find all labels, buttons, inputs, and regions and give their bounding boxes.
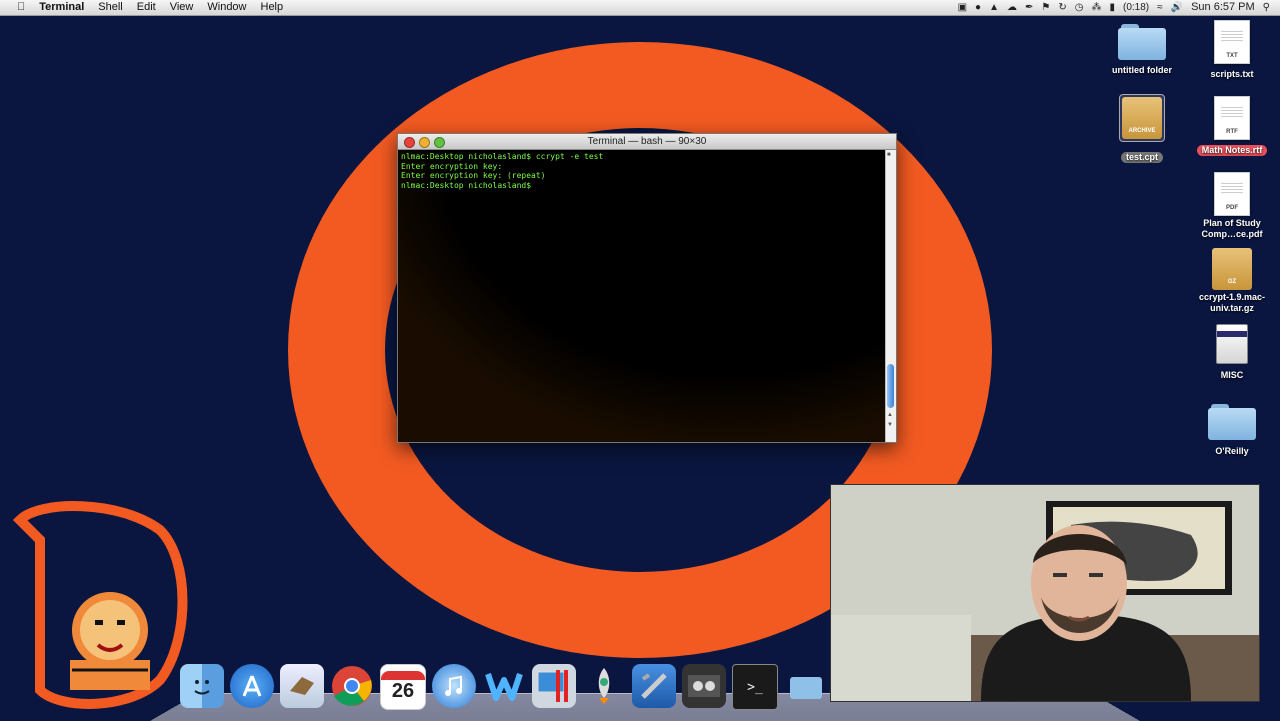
menu-help[interactable]: Help xyxy=(254,0,291,15)
terminal-window[interactable]: Terminal — bash — 90×30 nlmac:Desktop ni… xyxy=(397,133,897,443)
apple-icon[interactable]:  xyxy=(10,0,32,15)
photo-booth-icon[interactable] xyxy=(682,664,726,708)
zoom-button[interactable] xyxy=(434,137,445,148)
time-machine-icon[interactable]: ◷ xyxy=(1075,0,1084,15)
wifi-icon[interactable]: ≈ xyxy=(1157,0,1163,15)
xcode-icon[interactable] xyxy=(632,664,676,708)
terminal-line: Enter encryption key: (repeat) xyxy=(401,171,546,181)
drive-icon xyxy=(1216,324,1248,364)
desktop-icon-test-cpt[interactable]: ARCHIVE test.cpt xyxy=(1097,94,1187,165)
webcam-overlay xyxy=(830,484,1260,702)
icon-label: test.cpt xyxy=(1120,152,1163,163)
calendar-icon[interactable]: 26 xyxy=(380,664,426,710)
scroll-down-icon[interactable]: ▼ xyxy=(887,422,893,428)
icon-label: O'Reilly xyxy=(1215,446,1249,456)
menu-app-name[interactable]: Terminal xyxy=(32,0,91,15)
spotlight-search-icon[interactable]: ⚲ xyxy=(1263,0,1270,15)
scroll-up-icon[interactable]: ▲ xyxy=(887,412,893,418)
icon-label: Math Notes.rtf xyxy=(1196,145,1268,156)
itunes-icon[interactable] xyxy=(432,664,476,708)
menu-view[interactable]: View xyxy=(163,0,201,15)
sync-icon[interactable]: ↻ xyxy=(1058,0,1066,15)
screen-record-icon[interactable]: ▣ xyxy=(958,0,967,15)
app-store-icon[interactable] xyxy=(230,664,274,708)
terminal-icon[interactable]: >_ xyxy=(732,664,778,710)
gz-archive-icon: GZ xyxy=(1212,248,1252,290)
desktop-icon-ccrypt-tar[interactable]: GZ ccrypt-1.9.mac-univ.tar.gz xyxy=(1187,248,1277,316)
battery-icon[interactable]: ▮ xyxy=(1109,0,1115,15)
terminal-title: Terminal — bash — 90×30 xyxy=(587,136,707,147)
archive-icon: ARCHIVE xyxy=(1122,97,1162,139)
rtf-document-icon: RTF xyxy=(1214,96,1250,140)
system-prefs-icon[interactable] xyxy=(532,664,576,708)
terminal-line: nlmac:Desktop nicholasland$ xyxy=(401,180,532,190)
desktop-icon-oreilly[interactable]: O'Reilly xyxy=(1187,404,1277,459)
menu-shell[interactable]: Shell xyxy=(91,0,129,15)
desktop-icon-misc[interactable]: MISC xyxy=(1187,324,1277,383)
mail-icon[interactable] xyxy=(280,664,324,708)
icon-label: Plan of Study Comp…ce.pdf xyxy=(1201,218,1263,239)
chrome-icon[interactable] xyxy=(330,664,374,708)
folder-stack-icon[interactable] xyxy=(784,664,828,708)
battery-time[interactable]: (0:18) xyxy=(1123,0,1149,15)
terminal-scrollbar[interactable]: ■ ▲ ▼ xyxy=(885,150,896,442)
terminal-content[interactable]: nlmac:Desktop nicholasland$ ccrypt -e te… xyxy=(398,150,885,442)
launchpad-icon[interactable] xyxy=(582,664,626,708)
icon-label: ccrypt-1.9.mac-univ.tar.gz xyxy=(1198,292,1266,313)
menu-window[interactable]: Window xyxy=(200,0,253,15)
desktop-icon-scripts-txt[interactable]: TXT scripts.txt xyxy=(1187,20,1277,82)
icon-label: untitled folder xyxy=(1112,65,1172,75)
dock: 26 >_ xyxy=(180,664,828,712)
desktop-icon-untitled-folder[interactable]: untitled folder xyxy=(1097,24,1187,78)
globe-icon[interactable]: ● xyxy=(975,0,981,15)
volume-icon[interactable]: 🔊 xyxy=(1171,0,1183,15)
scroll-grip-icon: ■ xyxy=(887,152,891,158)
calendar-day: 26 xyxy=(391,680,415,702)
scrollbar-thumb[interactable] xyxy=(887,364,894,408)
text-document-icon: TXT xyxy=(1214,20,1250,64)
bluetooth-icon[interactable]: ⁂ xyxy=(1091,0,1101,15)
terminal-line: nlmac:Desktop nicholasland$ ccrypt -e te… xyxy=(401,152,604,161)
terminal-line: Enter encryption key: xyxy=(401,161,503,171)
icon-label: scripts.txt xyxy=(1210,69,1254,79)
flag-icon[interactable]: ⚑ xyxy=(1041,0,1050,15)
pen-icon[interactable]: ✒ xyxy=(1025,0,1033,15)
cloud-icon[interactable]: ☁ xyxy=(1007,0,1017,15)
antenna-icon[interactable]: ▲ xyxy=(989,0,999,15)
finder-icon[interactable] xyxy=(180,664,224,708)
folder-icon xyxy=(1118,24,1166,60)
menu-bar:  Terminal Shell Edit View Window Help ▣… xyxy=(0,0,1280,16)
minimize-button[interactable] xyxy=(419,137,430,148)
pdf-document-icon: PDF xyxy=(1214,172,1250,216)
close-button[interactable] xyxy=(404,137,415,148)
terminal-titlebar[interactable]: Terminal — bash — 90×30 xyxy=(398,134,896,150)
word-icon[interactable] xyxy=(482,664,526,708)
icon-label: MISC xyxy=(1220,370,1244,380)
clock[interactable]: Sun 6:57 PM xyxy=(1191,0,1255,15)
desktop-icon-plan-of-study[interactable]: PDF Plan of Study Comp…ce.pdf xyxy=(1187,172,1277,242)
menu-edit[interactable]: Edit xyxy=(130,0,163,15)
desktop-icon-math-notes[interactable]: RTF Math Notes.rtf xyxy=(1187,96,1277,158)
folder-icon xyxy=(1208,404,1256,440)
